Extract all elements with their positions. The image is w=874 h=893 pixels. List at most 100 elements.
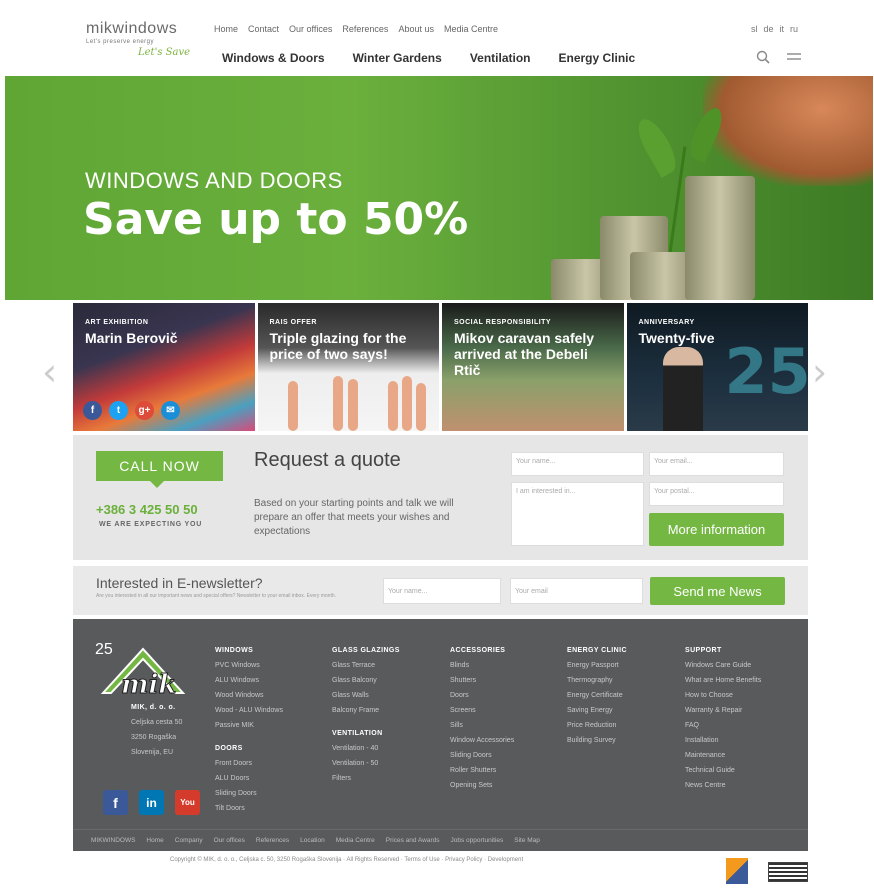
send-me-news-button[interactable]: Send me News [650,577,785,605]
footer-link[interactable]: Doors [450,688,514,703]
footer-link[interactable]: FAQ [685,718,761,733]
footer-link[interactable]: Glass Walls [332,688,400,703]
main-nav-ventilation[interactable]: Ventilation [470,51,531,65]
card-triple-glazing[interactable]: RAIS OFFER Triple glazing for the price … [257,303,439,431]
main-nav-windows-doors[interactable]: Windows & Doors [222,51,325,65]
footer-link[interactable]: Ventilation - 40 [332,741,400,756]
quote-name-field[interactable]: Your name... [511,452,644,476]
footer-link[interactable]: Balcony Frame [332,703,400,718]
footer-link[interactable]: Filters [332,771,400,786]
footer-bottom-link[interactable]: Site Map [514,837,540,844]
footer-bottom-link[interactable]: Media Centre [336,837,375,844]
logo[interactable]: mikwindows Let's preserve energy Let's S… [86,20,196,64]
footer-bottom-link[interactable]: Jobs opportunities [450,837,503,844]
quote-email-field[interactable]: Your email... [649,452,784,476]
footer-link[interactable]: Tilt Doors [215,801,283,816]
footer-link[interactable]: Wood - ALU Windows [215,703,283,718]
google-plus-icon[interactable]: g+ [135,401,154,420]
footer-link[interactable]: ALU Windows [215,673,283,688]
footer-link[interactable]: Ventilation - 50 [332,756,400,771]
footer-link[interactable]: Sliding Doors [215,786,283,801]
footer-bottom-link[interactable]: Home [146,837,163,844]
footer-link[interactable]: Front Doors [215,756,283,771]
footer-link[interactable]: Price Reduction [567,718,627,733]
footer-link[interactable]: News Centre [685,778,761,793]
more-information-button[interactable]: More information [649,513,784,546]
footer-link[interactable]: Windows Care Guide [685,658,761,673]
site-footer: 25 mik MIK, d. o. o. Celjska cesta 50 32… [73,619,808,851]
search-icon[interactable] [756,50,770,64]
footer-bottom-link[interactable]: MIKWINDOWS [91,837,135,844]
footer-link[interactable]: Roller Shutters [450,763,514,778]
footer-link[interactable]: Technical Guide [685,763,761,778]
linkedin-icon[interactable]: in [139,790,164,815]
footer-link[interactable]: Saving Energy [567,703,627,718]
footer-bottom-link[interactable]: Company [175,837,203,844]
card-art-exhibition[interactable]: ART EXHIBITION Marin Berovič f t g+ ✉ [73,303,255,431]
footer-link[interactable]: Window Accessories [450,733,514,748]
card-mikov-caravan[interactable]: SOCIAL RESPONSIBILITY Mikov caravan safe… [442,303,624,431]
lang-de[interactable]: de [763,24,773,34]
footer-bottom-link[interactable]: Prices and Awards [386,837,440,844]
quote-interest-field[interactable]: I am interested in... [511,482,644,546]
footer-link[interactable]: Shutters [450,673,514,688]
lang-ru[interactable]: ru [790,24,798,34]
top-nav-references[interactable]: References [342,24,388,34]
footer-link[interactable]: Blinds [450,658,514,673]
footer-bottom-link[interactable]: Location [300,837,325,844]
footer-link[interactable]: PVC Windows [215,658,283,673]
facebook-icon[interactable]: f [103,790,128,815]
chevron-left-icon[interactable]: ‹ [42,350,57,394]
facebook-icon[interactable]: f [83,401,102,420]
footer-link[interactable]: Sliding Doors [450,748,514,763]
feature-cards: ART EXHIBITION Marin Berovič f t g+ ✉ RA… [73,303,808,431]
footer-link[interactable]: Installation [685,733,761,748]
email-icon[interactable]: ✉ [161,401,180,420]
footer-link[interactable]: Energy Passport [567,658,627,673]
footer-link[interactable]: How to Choose [685,688,761,703]
footer-link[interactable]: Building Survey [567,733,627,748]
newsletter-name-field[interactable]: Your name... [383,578,501,604]
newsletter-subtitle: Are you interested in all our important … [96,593,337,599]
main-nav-winter-gardens[interactable]: Winter Gardens [353,51,442,65]
footer-link[interactable]: Passive MIK [215,718,283,733]
footer-col-support: SUPPORT Windows Care Guide What are Home… [685,644,761,793]
top-nav-media[interactable]: Media Centre [444,24,498,34]
phone-number[interactable]: +386 3 425 50 50 [96,502,198,517]
top-nav-about[interactable]: About us [398,24,434,34]
call-now-badge[interactable]: CALL NOW [96,451,223,488]
menu-icon[interactable] [786,50,802,64]
twitter-icon[interactable]: t [109,401,128,420]
footer-link[interactable]: Wood Windows [215,688,283,703]
lang-it[interactable]: it [779,24,784,34]
chevron-right-icon[interactable]: › [812,350,827,394]
top-nav-contact[interactable]: Contact [248,24,279,34]
newsletter-email-field[interactable]: Your email [510,578,643,604]
footer-link[interactable]: Maintenance [685,748,761,763]
footer-link[interactable]: Thermography [567,673,627,688]
footer-bottom-link[interactable]: Our offices [214,837,245,844]
card-title: Twenty-five [638,330,715,346]
partner-logo-icon[interactable] [726,858,748,884]
footer-link[interactable]: Glass Terrace [332,658,400,673]
footer-col-energy: ENERGY CLINIC Energy Passport Thermograp… [567,644,627,748]
footer-link[interactable]: ALU Doors [215,771,283,786]
youtube-icon[interactable]: You [175,790,200,815]
main-nav-energy-clinic[interactable]: Energy Clinic [559,51,636,65]
footer-link[interactable]: Screens [450,703,514,718]
top-nav-home[interactable]: Home [214,24,238,34]
footer-link[interactable]: What are Home Benefits [685,673,761,688]
footer-link[interactable]: Warranty & Repair [685,703,761,718]
footer-link[interactable]: Energy Certificate [567,688,627,703]
footer-link[interactable]: Glass Balcony [332,673,400,688]
top-nav-offices[interactable]: Our offices [289,24,332,34]
footer-bottom-link[interactable]: References [256,837,289,844]
certification-logo-icon[interactable] [768,862,808,882]
card-anniversary[interactable]: 25 ANNIVERSARY Twenty-five [626,303,808,431]
quote-postal-field[interactable]: Your postal... [649,482,784,506]
footer-link[interactable]: Opening Sets [450,778,514,793]
lang-sl[interactable]: sl [751,24,758,34]
hero-banner[interactable]: WINDOWS AND DOORS Save up to 50% [5,76,873,300]
card-title: Marin Berovič [85,330,178,346]
footer-link[interactable]: Sills [450,718,514,733]
